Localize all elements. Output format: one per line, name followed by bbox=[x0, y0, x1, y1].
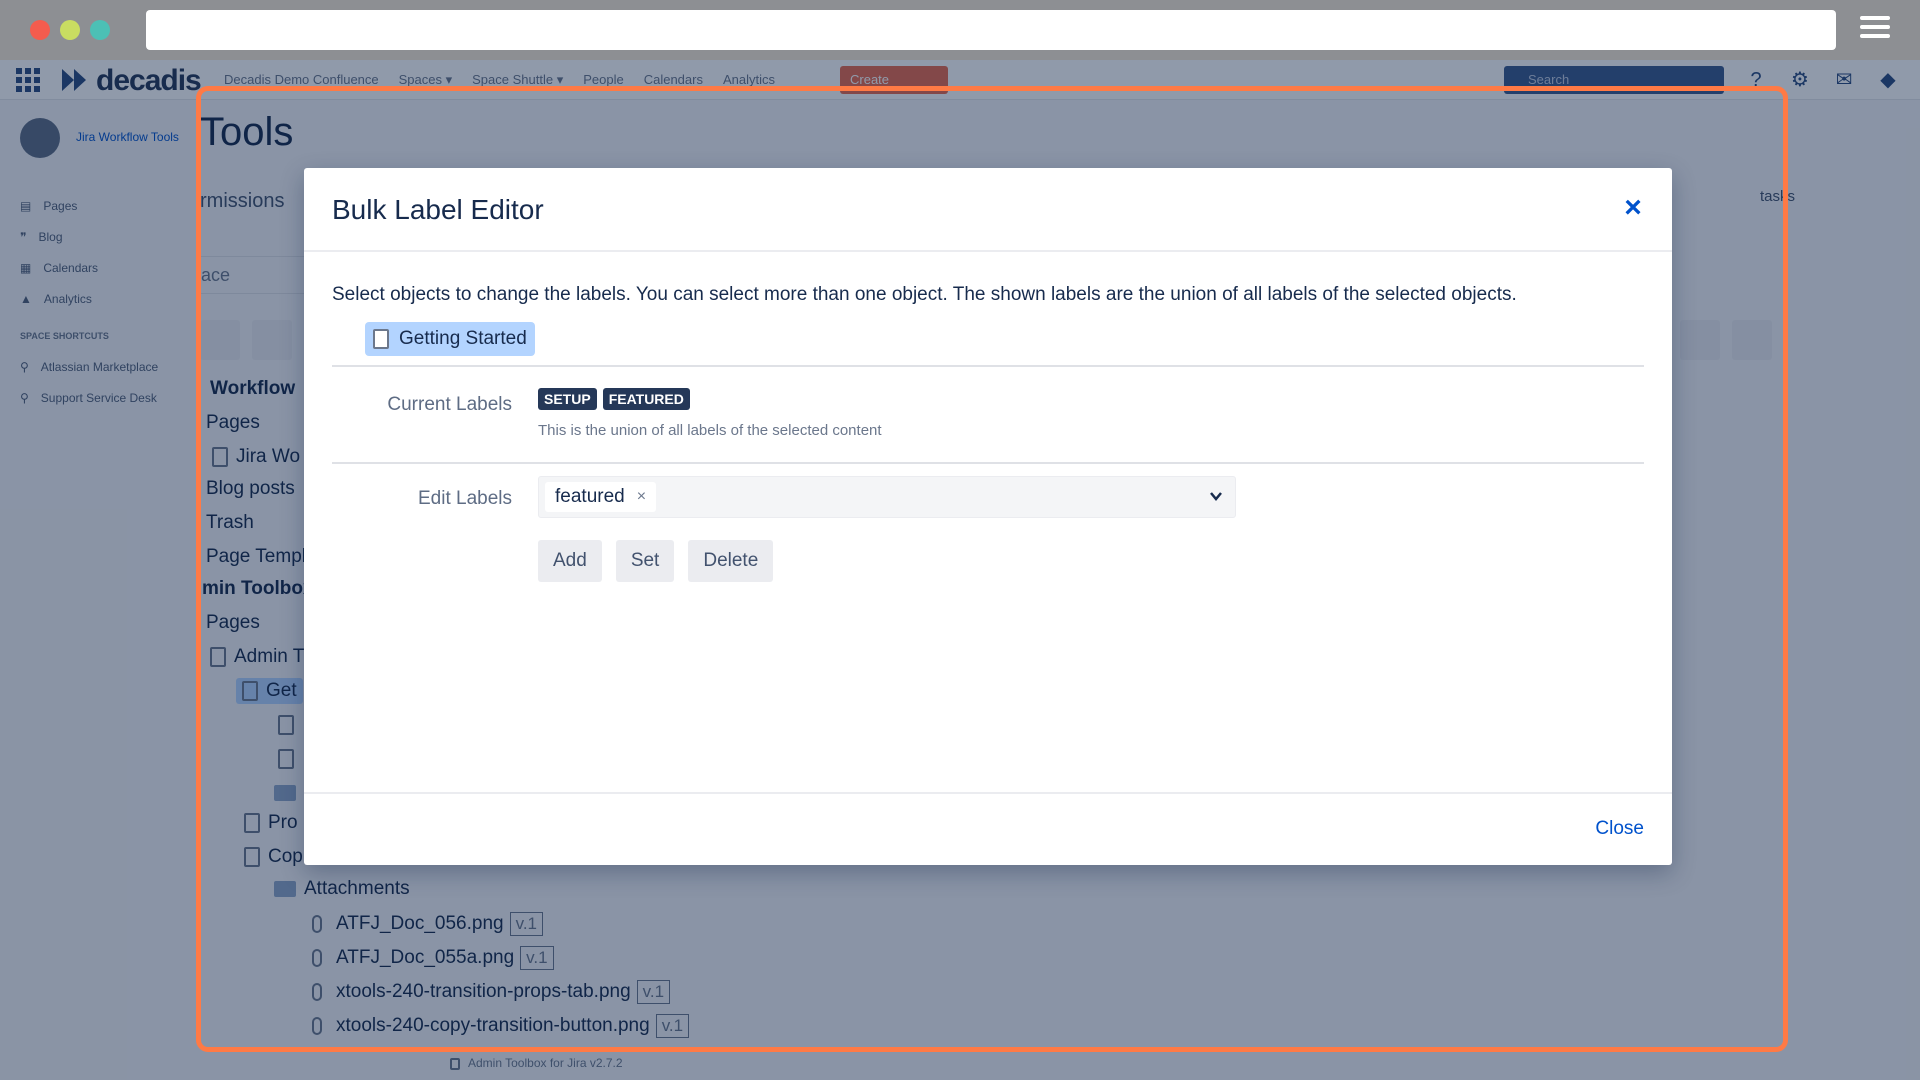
label-tag: featured × bbox=[545, 482, 657, 512]
selected-object-label: Getting Started bbox=[399, 328, 527, 349]
action-buttons: Add Set Delete bbox=[538, 540, 774, 582]
divider bbox=[332, 462, 1644, 464]
bulk-label-editor-dialog: Bulk Label Editor × Select objects to ch… bbox=[304, 168, 1672, 865]
browser-toolbar bbox=[0, 0, 1920, 60]
set-button[interactable]: Set bbox=[615, 540, 675, 582]
label-badge: SETUP bbox=[538, 388, 597, 410]
intro-text: Select objects to change the labels. You… bbox=[332, 284, 1517, 305]
dialog-footer: Close bbox=[304, 792, 1672, 865]
close-window-button[interactable] bbox=[30, 20, 50, 40]
label-tag-text: featured bbox=[555, 486, 625, 507]
address-bar[interactable] bbox=[146, 10, 1836, 50]
add-button[interactable]: Add bbox=[538, 540, 602, 582]
delete-button[interactable]: Delete bbox=[688, 540, 774, 582]
close-button[interactable]: Close bbox=[1595, 818, 1644, 840]
close-icon[interactable]: × bbox=[1620, 193, 1646, 223]
page-icon bbox=[373, 329, 389, 349]
remove-tag-icon[interactable]: × bbox=[637, 488, 646, 506]
menu-icon[interactable] bbox=[1860, 16, 1890, 42]
current-labels-help: This is the union of all labels of the s… bbox=[538, 422, 882, 439]
chevron-down-icon[interactable] bbox=[1207, 487, 1225, 505]
maximize-window-button[interactable] bbox=[90, 20, 110, 40]
dialog-title: Bulk Label Editor bbox=[332, 194, 544, 225]
divider bbox=[332, 365, 1644, 367]
edit-labels-select[interactable]: featured × bbox=[538, 476, 1236, 518]
current-labels: SETUP FEATURED bbox=[538, 388, 690, 410]
current-labels-label: Current Labels bbox=[387, 394, 512, 415]
label-badge: FEATURED bbox=[602, 388, 690, 410]
dialog-header: Bulk Label Editor × bbox=[304, 168, 1672, 252]
selected-object-chip[interactable]: Getting Started bbox=[365, 322, 535, 356]
edit-labels-label: Edit Labels bbox=[417, 488, 512, 509]
minimize-window-button[interactable] bbox=[60, 20, 80, 40]
